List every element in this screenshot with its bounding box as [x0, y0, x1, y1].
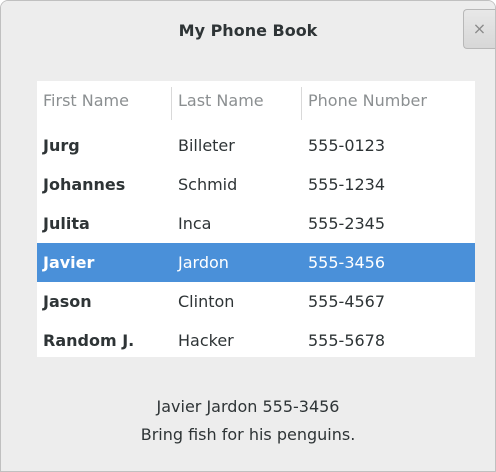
cell-last-name: Schmid	[178, 175, 238, 194]
cell-last-name: Clinton	[178, 292, 235, 311]
column-header-phone-number[interactable]: Phone Number	[308, 81, 427, 120]
cell-last-name: Billeter	[178, 136, 235, 155]
column-header-last-name[interactable]: Last Name	[178, 81, 264, 120]
cell-phone-number: 555-2345	[308, 214, 386, 233]
cell-first-name: Random J.	[43, 331, 135, 350]
column-divider	[301, 87, 302, 120]
table-row[interactable]: Julita Inca 555-2345	[37, 204, 475, 243]
details-note: Bring fish for his penguins.	[140, 425, 356, 444]
table-row[interactable]: Random J. Hacker 555-5678	[37, 321, 475, 360]
table-row-selected[interactable]: Javier Jardon 555-3456	[37, 243, 475, 282]
close-icon: ×	[472, 19, 487, 38]
contact-details: Javier Jardon 555-3456 Bring fish for hi…	[1, 393, 495, 449]
column-divider	[171, 87, 172, 120]
cell-first-name: Johannes	[43, 175, 126, 194]
close-button[interactable]: ×	[463, 9, 495, 49]
window-title: My Phone Book	[178, 21, 318, 40]
cell-phone-number: 555-0123	[308, 136, 386, 155]
cell-last-name: Jardon	[178, 253, 229, 272]
column-header-first-name[interactable]: First Name	[43, 81, 129, 120]
cell-phone-number: 555-4567	[308, 292, 386, 311]
table-row[interactable]: Johannes Schmid 555-1234	[37, 165, 475, 204]
cell-first-name: Jurg	[43, 136, 80, 155]
phone-book-window: My Phone Book × First Name Last Name Pho…	[0, 0, 496, 472]
table-header: First Name Last Name Phone Number	[37, 81, 475, 120]
cell-last-name: Hacker	[178, 331, 234, 350]
cell-phone-number: 555-5678	[308, 331, 386, 350]
cell-phone-number: 555-1234	[308, 175, 386, 194]
titlebar: My Phone Book ×	[1, 1, 495, 63]
cell-first-name: Julita	[43, 214, 90, 233]
cell-first-name: Jason	[43, 292, 92, 311]
phone-book-table: First Name Last Name Phone Number Jurg B…	[37, 81, 475, 357]
cell-phone-number: 555-3456	[308, 253, 386, 272]
cell-last-name: Inca	[178, 214, 212, 233]
cell-first-name: Javier	[43, 253, 95, 272]
details-name-phone: Javier Jardon 555-3456	[156, 397, 340, 416]
table-row[interactable]: Jurg Billeter 555-0123	[37, 126, 475, 165]
table-row[interactable]: Jason Clinton 555-4567	[37, 282, 475, 321]
